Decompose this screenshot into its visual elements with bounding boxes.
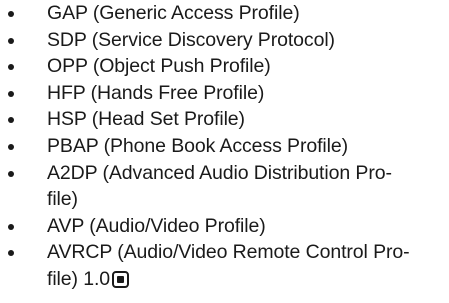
list-item-text: AVRCP (Audio/Video Remote Control Pro- bbox=[47, 241, 410, 264]
list-item-gap: GAP (Generic Access Profile) bbox=[0, 0, 449, 27]
list-item-sdp: SDP (Service Discovery Protocol) bbox=[0, 27, 449, 54]
bullet-icon bbox=[8, 64, 14, 71]
list-item-text-continued: file) 1.0 bbox=[47, 267, 111, 290]
list-item-hsp: HSP (Head Set Profile) bbox=[0, 106, 449, 133]
bullet-icon bbox=[8, 11, 14, 17]
list-item-text-continued: file) bbox=[47, 188, 78, 211]
list-item-a2dp: A2DP (Advanced Audio Distribution Pro- f… bbox=[0, 160, 449, 213]
list-item-text: A2DP (Advanced Audio Distribution Pro- bbox=[47, 161, 392, 184]
list-item-hfp: HFP (Hands Free Profile) bbox=[0, 80, 449, 107]
profile-list: GAP (Generic Access Profile) SDP (Servic… bbox=[0, 0, 449, 293]
end-of-section-icon bbox=[112, 270, 130, 288]
bullet-icon bbox=[8, 37, 14, 44]
bullet-icon bbox=[8, 170, 14, 177]
bullet-icon bbox=[8, 223, 14, 230]
bullet-icon bbox=[8, 117, 14, 124]
list-item-text: SDP (Service Discovery Protocol) bbox=[47, 28, 335, 51]
list-item-text: AVP (Audio/Video Profile) bbox=[47, 214, 266, 237]
list-item-opp: OPP (Object Push Profile) bbox=[0, 53, 449, 80]
bullet-icon bbox=[8, 143, 14, 150]
list-item-text-continued-row: file) 1.0 bbox=[47, 266, 449, 293]
list-item-text: PBAP (Phone Book Access Profile) bbox=[47, 134, 349, 157]
list-item-text: GAP (Generic Access Profile) bbox=[47, 2, 300, 24]
list-item-text: OPP (Object Push Profile) bbox=[47, 55, 271, 78]
list-item-pbap: PBAP (Phone Book Access Profile) bbox=[0, 133, 449, 160]
bullet-icon bbox=[8, 90, 14, 97]
list-item-avp: AVP (Audio/Video Profile) bbox=[0, 213, 449, 240]
list-item-text: HSP (Head Set Profile) bbox=[47, 108, 245, 131]
bullet-icon bbox=[8, 250, 14, 257]
list-item-text: HFP (Hands Free Profile) bbox=[47, 81, 265, 104]
list-item-avrcp: AVRCP (Audio/Video Remote Control Pro- f… bbox=[0, 239, 449, 292]
